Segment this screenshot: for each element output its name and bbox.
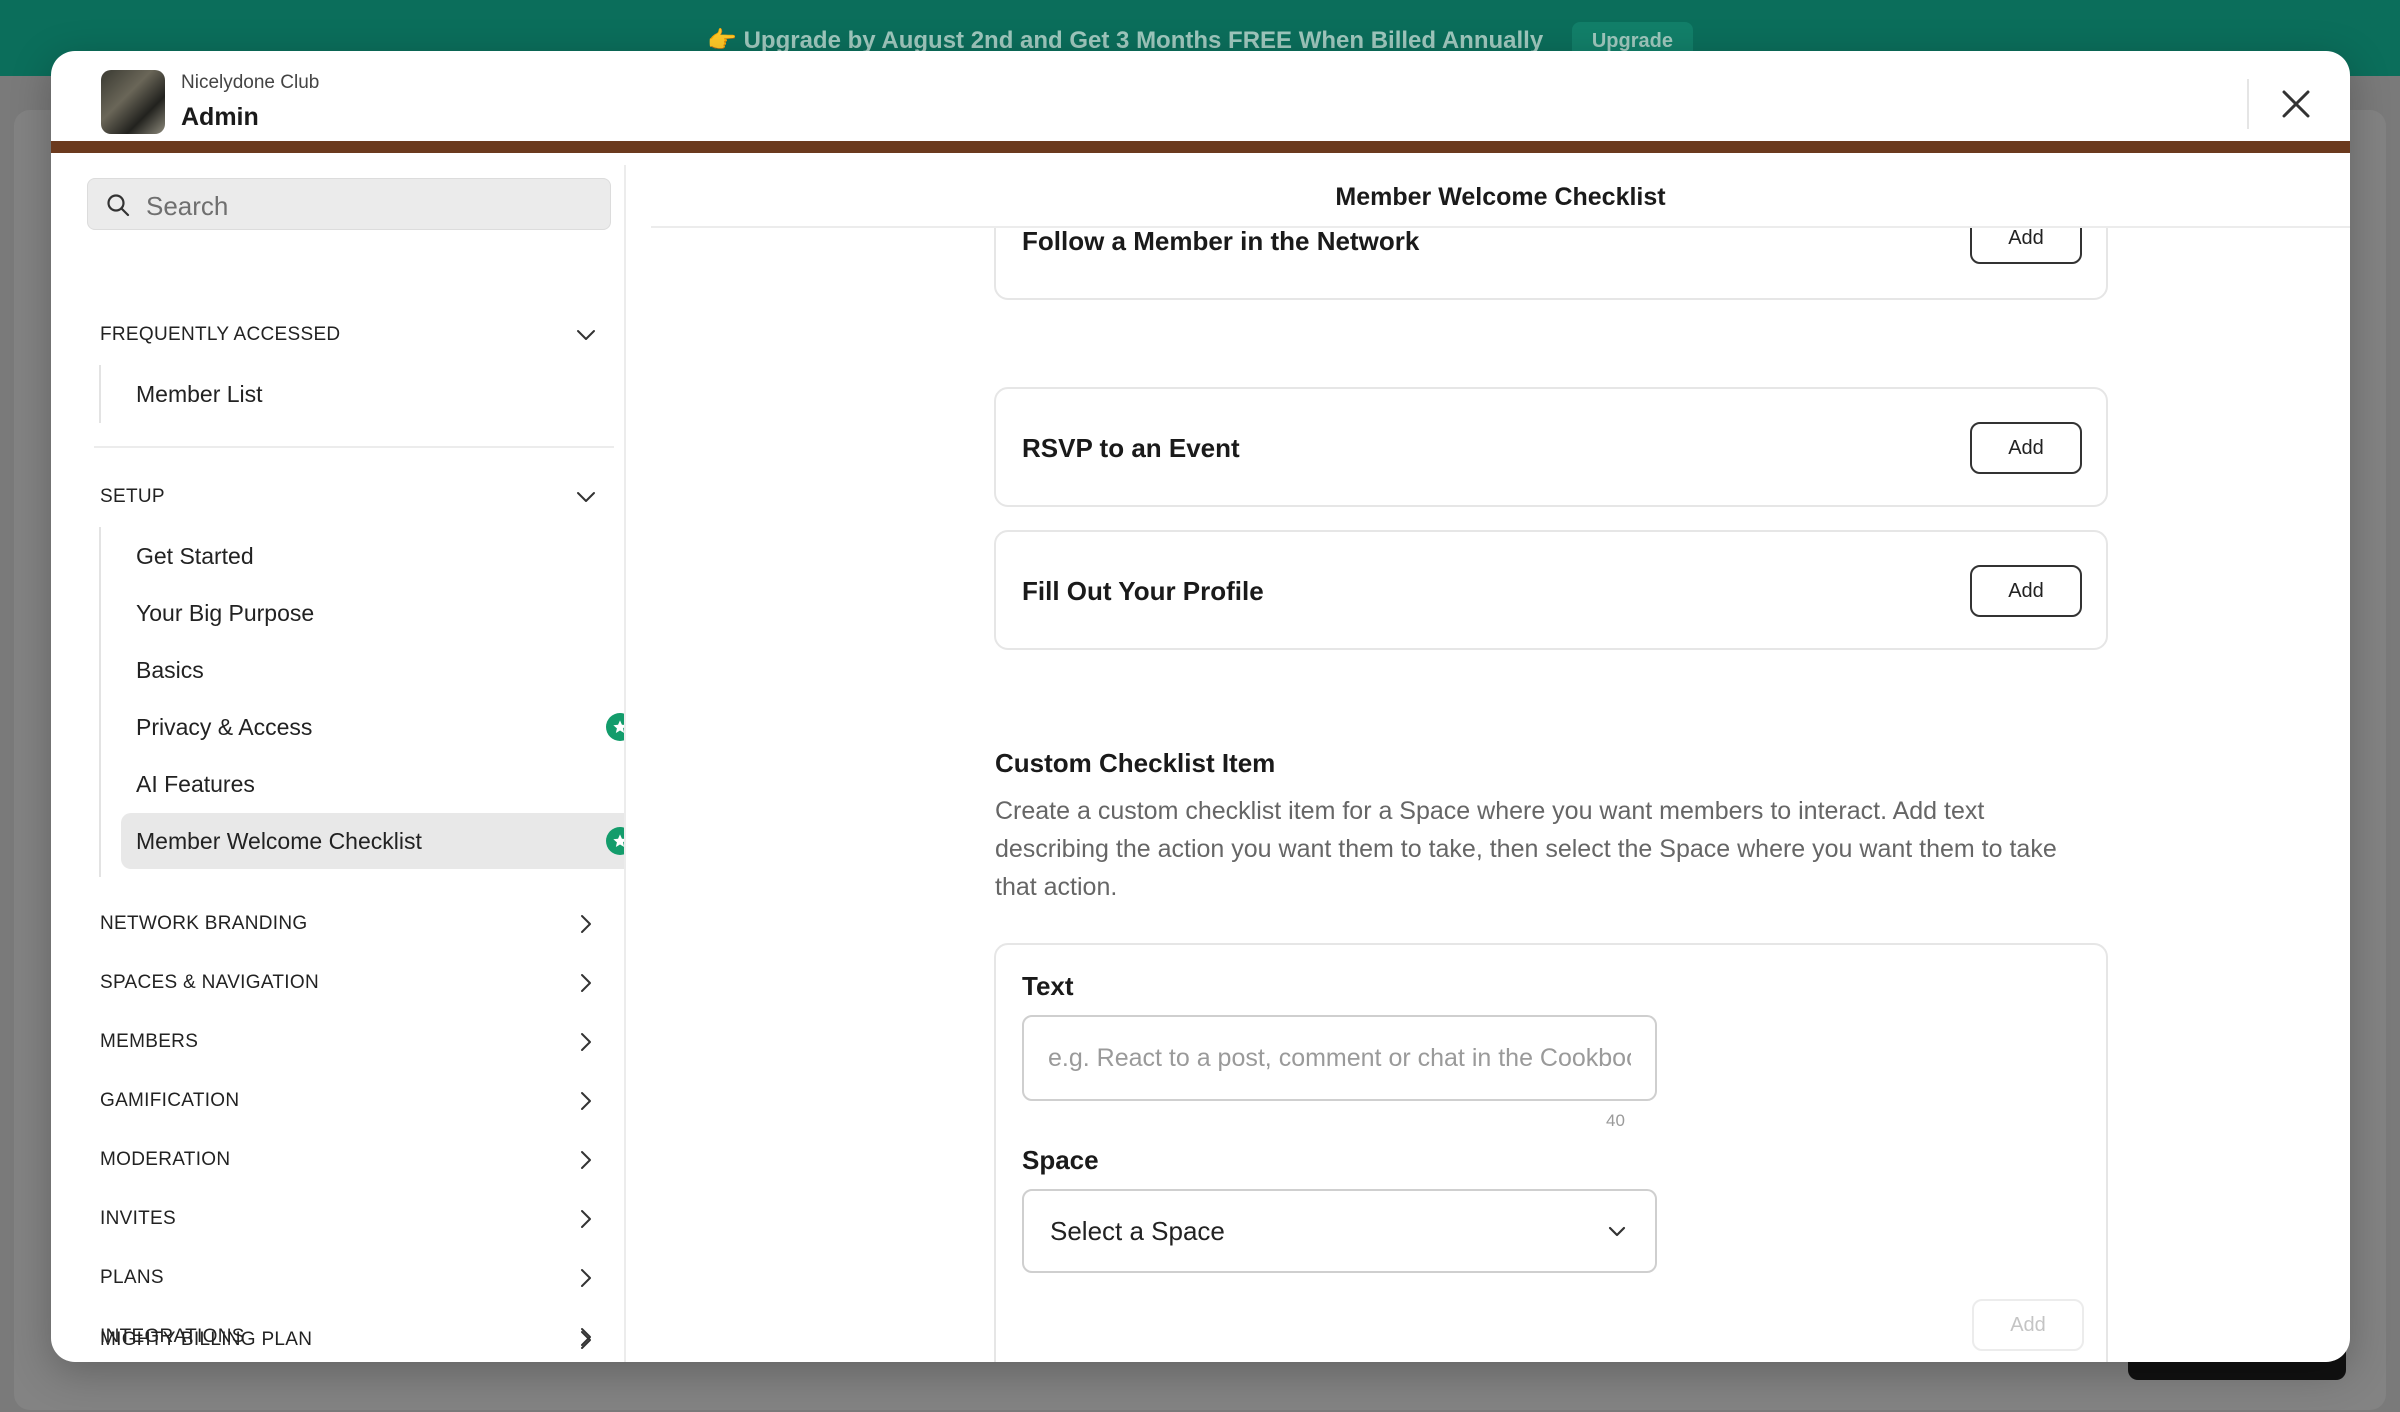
task-label: RSVP to an Event — [1022, 433, 1240, 463]
sidebar-item-ai-features[interactable]: AI Features — [121, 756, 624, 812]
checklist-task-card: RSVP to an Event Add — [994, 387, 2108, 507]
section-members[interactable]: MEMBERS — [100, 1022, 610, 1062]
sidebar-item-basics[interactable]: Basics — [121, 642, 624, 698]
space-select-value: Select a Space — [1050, 1215, 1225, 1246]
checklist-task-card: Fill Out Your Profile Add — [994, 530, 2108, 650]
section-label: SPACES & NAVIGATION — [100, 972, 319, 993]
chevron-down-icon — [577, 492, 595, 502]
admin-modal: Nicelydone Club Admin Search FREQUENTLY … — [51, 51, 2350, 1362]
custom-checklist-title: Custom Checklist Item — [995, 748, 1276, 778]
modal-header: Nicelydone Club Admin — [51, 51, 2350, 153]
custom-text-input[interactable] — [1022, 1015, 1657, 1101]
sidebar-item-label: Privacy & Access — [136, 713, 313, 740]
space-select[interactable]: Select a Space — [1022, 1189, 1657, 1273]
section-gamification[interactable]: GAMIFICATION — [100, 1081, 610, 1121]
section-label: MIGHTY BILLING PLAN — [100, 1329, 313, 1350]
chevron-right-icon — [581, 915, 591, 933]
sidebar-divider — [94, 446, 614, 448]
modal-title: Admin — [181, 103, 259, 131]
sidebar-item-label: Basics — [136, 656, 204, 683]
section-spaces-navigation[interactable]: SPACES & NAVIGATION — [100, 963, 610, 1003]
section-label: MEMBERS — [100, 1031, 199, 1052]
section-label: INVITES — [100, 1208, 177, 1229]
star-badge-icon — [606, 713, 624, 741]
chevron-right-icon — [581, 1151, 591, 1169]
header-divider — [2247, 79, 2249, 129]
section-label: FREQUENTLY ACCESSED — [100, 324, 341, 345]
sidebar-item-privacy-access[interactable]: Privacy & Access — [121, 699, 624, 755]
club-name: Nicelydone Club — [181, 72, 320, 93]
checklist-content: Follow a Member in the Network Add } RSV… — [628, 228, 2350, 1362]
sidebar-item-label: Member Welcome Checklist — [136, 827, 422, 854]
sidebar-item-label: Member List — [136, 380, 263, 407]
search-placeholder: Search — [146, 191, 229, 221]
nav-indent-line — [99, 365, 101, 423]
text-field-label: Text — [1022, 971, 1074, 1001]
chevron-right-icon — [581, 1269, 591, 1287]
sidebar-item-get-started[interactable]: Get Started — [121, 528, 624, 584]
chevron-right-icon — [581, 1033, 591, 1051]
add-custom-item-button[interactable]: Add — [1972, 1299, 2084, 1351]
section-label: GAMIFICATION — [100, 1090, 240, 1111]
add-fill-profile-button[interactable]: Add — [1970, 565, 2082, 617]
section-label: PLANS — [100, 1267, 164, 1288]
chevron-down-icon — [577, 330, 595, 340]
checklist-task-card: Follow a Member in the Network Add } — [994, 228, 2108, 300]
close-icon — [2282, 90, 2310, 118]
section-frequently-accessed[interactable]: FREQUENTLY ACCESSED — [100, 315, 610, 355]
chevron-down-icon — [1608, 1226, 1626, 1237]
section-plans[interactable]: PLANS — [100, 1258, 610, 1298]
pointing-hand-icon: 👉 — [707, 26, 737, 54]
sidebar-item-member-welcome-checklist[interactable]: Member Welcome Checklist — [121, 813, 624, 869]
task-label: Fill Out Your Profile — [1022, 576, 1264, 606]
sidebar-item-label: AI Features — [136, 770, 255, 797]
search-input[interactable]: Search — [87, 178, 611, 230]
chevron-right-icon — [581, 1331, 591, 1349]
section-mighty-billing-plan[interactable]: MIGHTY BILLING PLAN — [100, 1320, 610, 1360]
star-badge-icon — [606, 827, 624, 855]
section-label: MODERATION — [100, 1149, 231, 1170]
club-logo — [101, 70, 165, 134]
section-label: SETUP — [100, 486, 165, 507]
search-icon — [107, 194, 130, 217]
admin-sidebar: Search FREQUENTLY ACCESSED Member List S… — [51, 165, 626, 1362]
custom-checklist-description: Create a custom checklist item for a Spa… — [995, 797, 2057, 901]
banner-text: Upgrade by August 2nd and Get 3 Months F… — [743, 26, 1544, 54]
section-invites[interactable]: INVITES — [100, 1199, 610, 1239]
section-setup[interactable]: SETUP — [100, 477, 610, 517]
close-button[interactable] — [2273, 81, 2319, 127]
chevron-right-icon — [581, 974, 591, 992]
sidebar-item-your-big-purpose[interactable]: Your Big Purpose — [121, 585, 624, 641]
add-rsvp-event-button[interactable]: Add — [1970, 422, 2082, 474]
space-field-label: Space — [1022, 1145, 1099, 1175]
custom-checklist-form: Text 40 Space Select a Space Add — [994, 943, 2108, 1362]
nav-indent-line — [99, 527, 101, 877]
section-network-branding[interactable]: NETWORK BRANDING — [100, 904, 610, 944]
sidebar-item-member-list[interactable]: Member List — [121, 366, 624, 422]
sidebar-item-label: Get Started — [136, 542, 254, 569]
chevron-right-icon — [581, 1210, 591, 1228]
add-follow-member-button[interactable]: Add — [1970, 228, 2082, 264]
chevron-right-icon — [581, 1092, 591, 1110]
sidebar-item-label: Your Big Purpose — [136, 599, 315, 626]
section-label: NETWORK BRANDING — [100, 913, 308, 934]
content-header: Member Welcome Checklist — [651, 165, 2350, 228]
page-title: Member Welcome Checklist — [1335, 183, 1666, 211]
task-label: Follow a Member in the Network — [1022, 228, 1420, 256]
section-moderation[interactable]: MODERATION — [100, 1140, 610, 1180]
char-count: 40 — [1606, 1111, 1625, 1130]
